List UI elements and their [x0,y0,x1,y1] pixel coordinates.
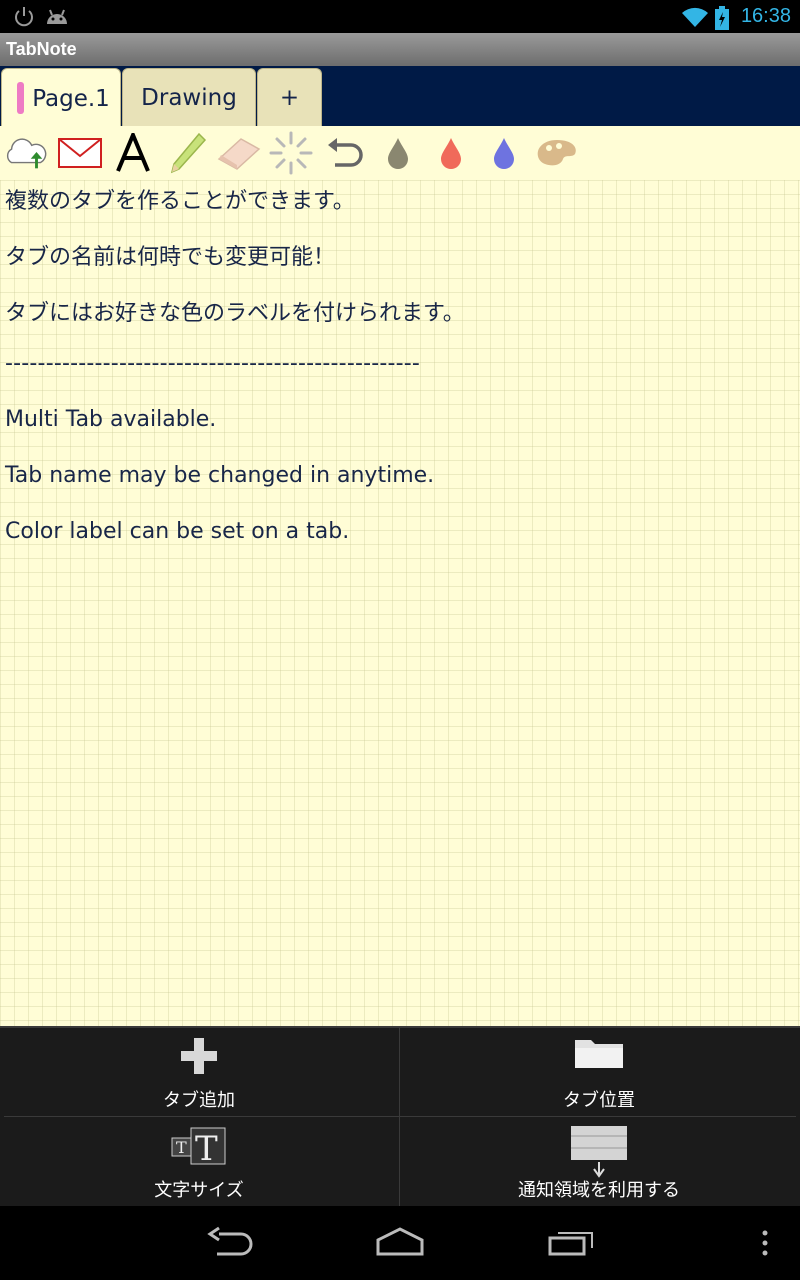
tab-color-label [17,82,24,114]
tab-label: Page.1 [32,85,110,112]
cloud-upload-icon[interactable] [2,130,48,176]
add-tab-button[interactable]: + [257,68,322,126]
undo-icon[interactable] [322,130,368,176]
title-bar: TabNote [0,33,800,66]
recent-apps-icon[interactable] [546,1226,596,1260]
navigation-bar [0,1206,800,1280]
menu-label: 文字サイズ [154,1180,244,1201]
note-line: Tab name may be changed in anytime. [5,463,435,488]
palette-icon[interactable] [534,130,580,176]
app-title: TabNote [6,39,77,59]
plus-icon [181,1038,217,1074]
notification-area-icon [571,1126,627,1178]
folder-icon [575,1040,623,1068]
wifi-icon [682,7,708,28]
tab-strip: Page.1 Drawing + [0,66,800,128]
note-line: Multi Tab available. [5,407,217,432]
note-line: 複数のタブを作ることができます。 [5,189,355,214]
overflow-menu-icon[interactable] [758,1226,772,1260]
android-icon [47,9,67,24]
tab-drawing[interactable]: Drawing [122,68,256,126]
eraser-icon[interactable] [215,130,261,176]
note-line: タブにはお好きな色のラベルを付けられます。 [5,301,465,326]
note-editor[interactable]: 複数のタブを作ることができます。 タブの名前は何時でも変更可能！ タブにはお好き… [0,180,800,1026]
status-bar: 16:38 [0,0,800,33]
add-tab-menu-item[interactable]: タブ追加 [0,1028,398,1116]
blue-ink-icon[interactable] [481,130,527,176]
menu-label: 通知領域を利用する [518,1180,680,1201]
gray-ink-icon[interactable] [375,130,421,176]
note-line: ----------------------------------------… [5,351,421,376]
notification-menu-item[interactable]: 通知領域を利用する [400,1118,798,1206]
note-line: タブの名前は何時でも変更可能！ [5,245,336,270]
text-size-icon: T T [171,1127,226,1166]
back-icon[interactable] [205,1226,255,1260]
menu-label: タブ追加 [163,1090,235,1111]
menu-divider [399,1028,400,1206]
clock: 16:38 [740,5,791,27]
tab-label: Drawing [141,84,237,111]
mail-icon[interactable] [57,130,103,176]
red-ink-icon[interactable] [428,130,474,176]
tab-label: + [279,84,300,111]
svg-text:T: T [176,1138,187,1157]
clear-icon[interactable] [268,130,314,176]
tab-position-menu-item[interactable]: タブ位置 [400,1028,798,1116]
power-icon [15,7,33,27]
home-icon[interactable] [374,1226,426,1260]
toolbar [0,126,800,180]
menu-label: タブ位置 [563,1090,635,1111]
svg-text:T: T [195,1129,218,1166]
menu-divider [4,1116,796,1117]
tab-page-1[interactable]: Page.1 [1,68,121,128]
pencil-icon[interactable] [164,130,210,176]
text-size-menu-item[interactable]: T T 文字サイズ [0,1118,398,1206]
battery-icon [715,6,729,30]
note-line: Color label can be set on a tab. [5,519,350,544]
text-icon[interactable] [110,130,156,176]
